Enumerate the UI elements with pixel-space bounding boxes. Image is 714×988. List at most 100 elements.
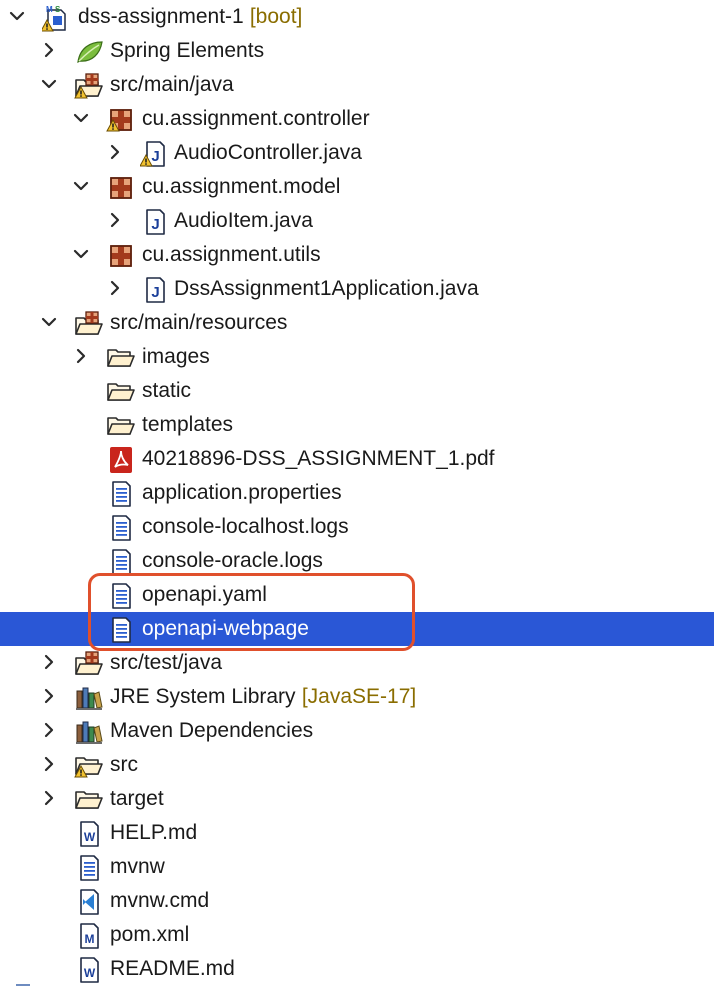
tree-item-label: JRE System Library xyxy=(110,685,296,708)
tree-item-label: cu.assignment.model xyxy=(142,175,341,198)
tree-item-label: templates xyxy=(142,413,234,436)
tree-item-label: pom.xml xyxy=(110,923,190,946)
word-file-icon: W xyxy=(74,956,104,984)
tree-item-label: openapi-webpage xyxy=(142,617,309,640)
maven-pom-icon: M xyxy=(74,922,104,950)
tree-row[interactable]: src/main/resources xyxy=(0,306,714,340)
tree-item-label: console-localhost.logs xyxy=(142,515,349,538)
library-icon xyxy=(74,684,104,712)
tree-row[interactable]: M Sdss-assignment-1 [boot] xyxy=(0,0,714,34)
source-folder-icon xyxy=(74,310,104,338)
tree-item-label: openapi.yaml xyxy=(142,583,267,606)
tree-row[interactable]: src/test/java xyxy=(0,646,714,680)
chevron-right-icon[interactable] xyxy=(104,272,128,306)
tree-item-label: mvnw xyxy=(110,855,165,878)
tree-row[interactable]: static xyxy=(0,374,714,408)
chevron-right-icon[interactable] xyxy=(38,714,62,748)
tree-item-label: Maven Dependencies xyxy=(110,719,314,742)
chevron-down-icon[interactable] xyxy=(6,0,30,34)
package-icon xyxy=(106,174,136,202)
tree-row[interactable]: cu.assignment.utils xyxy=(0,238,714,272)
java-file-warning-icon: J xyxy=(140,140,170,168)
chevron-right-icon[interactable] xyxy=(38,646,62,680)
tree-row[interactable]: images xyxy=(0,340,714,374)
text-file-icon xyxy=(106,514,136,542)
tree-item-label: console-oracle.logs xyxy=(142,549,323,572)
tree-item-label: dss-assignment-1 xyxy=(78,5,244,28)
pdf-file-icon xyxy=(106,446,136,474)
tree-row[interactable]: W README.md xyxy=(0,952,714,986)
chevron-right-icon[interactable] xyxy=(38,680,62,714)
spring-leaf-icon xyxy=(74,38,104,66)
text-file-icon xyxy=(106,480,136,508)
chevron-right-icon[interactable] xyxy=(70,340,94,374)
text-file-icon xyxy=(74,854,104,882)
tree-item-label: src xyxy=(110,753,138,776)
chevron-right-icon[interactable] xyxy=(38,748,62,782)
tree-row[interactable]: W HELP.md xyxy=(0,816,714,850)
java-file-icon: J xyxy=(140,208,170,236)
tree-item-label: src/main/java xyxy=(110,73,234,96)
svg-text:J: J xyxy=(151,216,159,233)
folder-icon xyxy=(74,786,104,814)
tree-row[interactable]: Mpom.xml xyxy=(0,918,714,952)
tree-item-label: images xyxy=(142,345,210,368)
package-warning-icon xyxy=(106,106,136,134)
svg-text:W: W xyxy=(84,830,96,844)
source-folder-icon xyxy=(74,650,104,678)
tree-row[interactable]: J DssAssignment1Application.java xyxy=(0,272,714,306)
tree-item-label: AudioController.java xyxy=(174,141,362,164)
tree-row[interactable]: mvnw.cmd xyxy=(0,884,714,918)
tree-row[interactable]: Maven Dependencies xyxy=(0,714,714,748)
tree-item-label: src/test/java xyxy=(110,651,223,674)
chevron-right-icon[interactable] xyxy=(104,136,128,170)
tree-row[interactable]: console-localhost.logs xyxy=(0,510,714,544)
tree-row[interactable]: cu.assignment.model xyxy=(0,170,714,204)
tree-row[interactable]: openapi.yaml xyxy=(0,578,714,612)
tree-item-label: static xyxy=(142,379,192,402)
vscode-file-icon xyxy=(74,888,104,916)
tree-item-label: cu.assignment.controller xyxy=(142,107,370,130)
chevron-down-icon[interactable] xyxy=(70,102,94,136)
tree-item-label: DssAssignment1Application.java xyxy=(174,277,479,300)
tree-item-label: 40218896-DSS_ASSIGNMENT_1.pdf xyxy=(142,447,495,470)
source-folder-warning-icon xyxy=(74,72,104,100)
boot-project-icon: MS xyxy=(42,4,72,32)
tree-row[interactable]: openapi-webpage xyxy=(0,612,714,646)
chevron-down-icon[interactable] xyxy=(70,170,94,204)
chevron-down-icon[interactable] xyxy=(38,68,62,102)
word-file-icon: W xyxy=(74,820,104,848)
tree-row[interactable]: 40218896-DSS_ASSIGNMENT_1.pdf xyxy=(0,442,714,476)
tree-row[interactable]: application.properties xyxy=(0,476,714,510)
tree-item-label: cu.assignment.utils xyxy=(142,243,321,266)
tree-edge-line xyxy=(16,984,30,986)
tree-item-label: Spring Elements xyxy=(110,39,265,62)
chevron-right-icon[interactable] xyxy=(104,204,128,238)
tree-item-label: target xyxy=(110,787,164,810)
chevron-right-icon[interactable] xyxy=(38,782,62,816)
library-icon xyxy=(74,718,104,746)
svg-text:M: M xyxy=(46,5,53,14)
tree-item-label: mvnw.cmd xyxy=(110,889,210,912)
tree-row[interactable]: Spring Elements xyxy=(0,34,714,68)
svg-text:S: S xyxy=(55,5,61,14)
tree-row[interactable]: target xyxy=(0,782,714,816)
text-file-icon xyxy=(106,548,136,576)
tree-row[interactable]: J AudioItem.java xyxy=(0,204,714,238)
chevron-down-icon[interactable] xyxy=(70,238,94,272)
tree-row[interactable]: templates xyxy=(0,408,714,442)
tree-item-label: AudioItem.java xyxy=(174,209,313,232)
tree-row[interactable]: console-oracle.logs xyxy=(0,544,714,578)
chevron-right-icon[interactable] xyxy=(38,34,62,68)
tree-row[interactable]: cu.assignment.controller xyxy=(0,102,714,136)
folder-icon xyxy=(106,344,136,372)
tree-row[interactable]: J AudioController.java xyxy=(0,136,714,170)
folder-warning-icon xyxy=(74,752,104,780)
tree-item-label: README.md xyxy=(110,957,235,980)
chevron-down-icon[interactable] xyxy=(38,306,62,340)
tree-row[interactable]: src/main/java xyxy=(0,68,714,102)
svg-text:M: M xyxy=(85,932,95,946)
tree-row[interactable]: JRE System Library [JavaSE-17] xyxy=(0,680,714,714)
tree-row[interactable]: mvnw xyxy=(0,850,714,884)
tree-row[interactable]: src xyxy=(0,748,714,782)
